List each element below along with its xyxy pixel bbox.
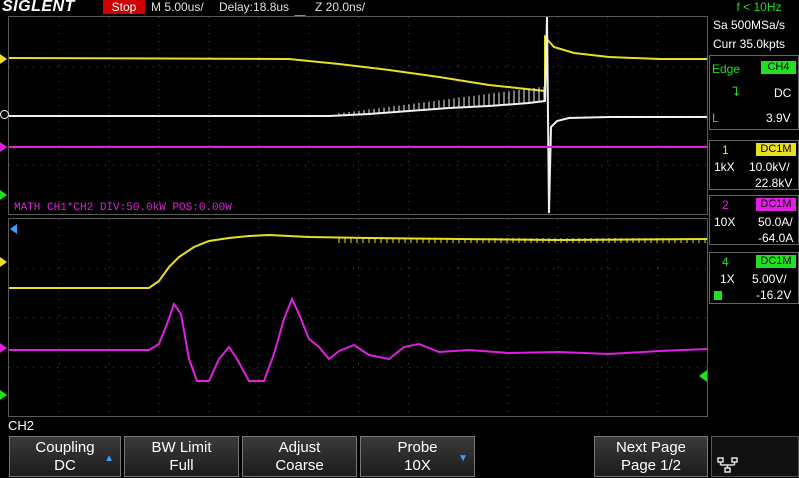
delay-readout[interactable]: Delay:18.8us [219, 0, 289, 14]
zoom-waveform-window[interactable] [8, 218, 708, 417]
next-page-softkey-title: Next Page [615, 439, 687, 456]
ch1-waveform-main [9, 34, 707, 93]
adjust-softkey[interactable]: Adjust Coarse [242, 436, 357, 477]
bw-limit-softkey-title: BW Limit [151, 439, 212, 456]
trigger-level-left-marker[interactable] [0, 190, 7, 200]
run-stop-badge[interactable]: Stop [103, 0, 145, 14]
ch2-info-panel[interactable]: 2 DC1M 10X 50.0A/ -64.0A [709, 195, 799, 245]
trigger-coupling: DC [774, 86, 792, 100]
timebase-readout[interactable]: M 5.00us/ [151, 0, 204, 14]
menu-title: CH2 [8, 418, 35, 433]
next-page-softkey-value: Page 1/2 [620, 457, 682, 474]
probe-softkey-title: Probe [397, 439, 438, 456]
ch4-coupling-badge: DC1M [756, 255, 796, 268]
ch2-scale: 50.0A/ [758, 215, 793, 229]
zoom-timebase-readout: Z 20.0ns/ [315, 0, 366, 14]
trigger-type: Edge [712, 62, 741, 76]
ch4-number: 4 [722, 255, 729, 269]
memory-depth: Curr 35.0kpts [713, 37, 786, 51]
ch4-zoom-offset-marker [0, 390, 7, 400]
ch4-bandwidth-icon [714, 291, 722, 300]
trigger-level: 3.9V [766, 111, 791, 125]
main-grid [9, 17, 706, 210]
probe-softkey[interactable]: Probe 10X ▼ [360, 436, 475, 477]
trigger-level-right-marker[interactable] [699, 370, 707, 382]
ch2-coupling-badge: DC1M [756, 198, 796, 211]
bw-limit-softkey-value: Full [169, 457, 194, 474]
ch1-info-panel[interactable]: 1 DC1M 1kX 10.0kV/ 22.8kV [709, 140, 799, 190]
adjust-softkey-value: Coarse [275, 457, 324, 474]
next-page-softkey[interactable]: Next Page Page 1/2 [594, 436, 708, 477]
ch4-probe: 1X [720, 272, 735, 286]
ch1-waveform-zoom [9, 233, 707, 289]
ch2-probe: 10X [714, 215, 736, 229]
ch4-noise-spikes [338, 86, 545, 117]
ch2-offset-marker[interactable] [0, 142, 7, 152]
frequency-counter: f < 10Hz [736, 0, 782, 14]
arrow-down-icon: ▼ [458, 453, 468, 464]
main-waveform-window[interactable]: MATH CH1*CH2 DIV:50.0kW POS:0.00W [8, 16, 708, 215]
probe-softkey-value: 10X [404, 457, 431, 474]
trigger-level-label: L [712, 111, 719, 125]
arrow-up-icon: ▲ [104, 453, 114, 464]
trigger-source-badge: CH4 [761, 61, 796, 74]
zoom-grid [9, 219, 706, 412]
adjust-softkey-title: Adjust [278, 439, 321, 456]
ch1-coupling-badge: DC1M [756, 143, 796, 156]
ch4-scale: 5.00V/ [752, 272, 787, 286]
top-status-bar: SIGLENT Stop M 5.00us/ Delay:18.8us Z 20… [0, 0, 799, 23]
ch2-zoom-offset-marker [0, 343, 7, 353]
network-icon [717, 457, 738, 473]
ch1-offset-marker[interactable] [0, 54, 7, 64]
ch4-offset: -16.2V [756, 288, 792, 302]
ch1-probe: 1kX [714, 160, 735, 174]
ch4-waveform-main [9, 17, 707, 214]
ch4-offset-marker[interactable] [0, 110, 9, 119]
ch1-offset: 22.8kV [755, 176, 793, 190]
zoom-waveform-svg [9, 219, 707, 412]
main-waveform-svg: MATH CH1*CH2 DIV:50.0kW POS:0.00W [9, 17, 707, 214]
bw-limit-softkey[interactable]: BW Limit Full [124, 436, 239, 477]
ch4-info-panel[interactable]: 4 DC1M 1X 5.00V/ -16.2V [709, 252, 799, 304]
math-label: MATH CH1*CH2 DIV:50.0kW POS:0.00W [14, 202, 232, 214]
ch2-number: 2 [722, 198, 729, 212]
ch1-zoom-offset-marker [0, 257, 7, 267]
brand-logo: SIGLENT [2, 0, 75, 15]
ch2-offset: -64.0A [758, 231, 794, 245]
network-status-key[interactable] [711, 436, 799, 477]
rising-edge-icon: ⮧ [732, 84, 740, 99]
ch1-number: 1 [722, 143, 729, 157]
right-info-panel: Sa 500MSa/s Curr 35.0kpts Edge CH4 ⮧ DC … [709, 16, 799, 419]
ch1-scale: 10.0kV/ [749, 160, 790, 174]
sample-rate: Sa 500MSa/s [713, 18, 786, 32]
coupling-softkey[interactable]: Coupling DC ▲ [9, 436, 121, 477]
trigger-panel[interactable]: Edge CH4 ⮧ DC L 3.9V [709, 55, 799, 130]
zoom-trigger-marker [10, 224, 17, 234]
